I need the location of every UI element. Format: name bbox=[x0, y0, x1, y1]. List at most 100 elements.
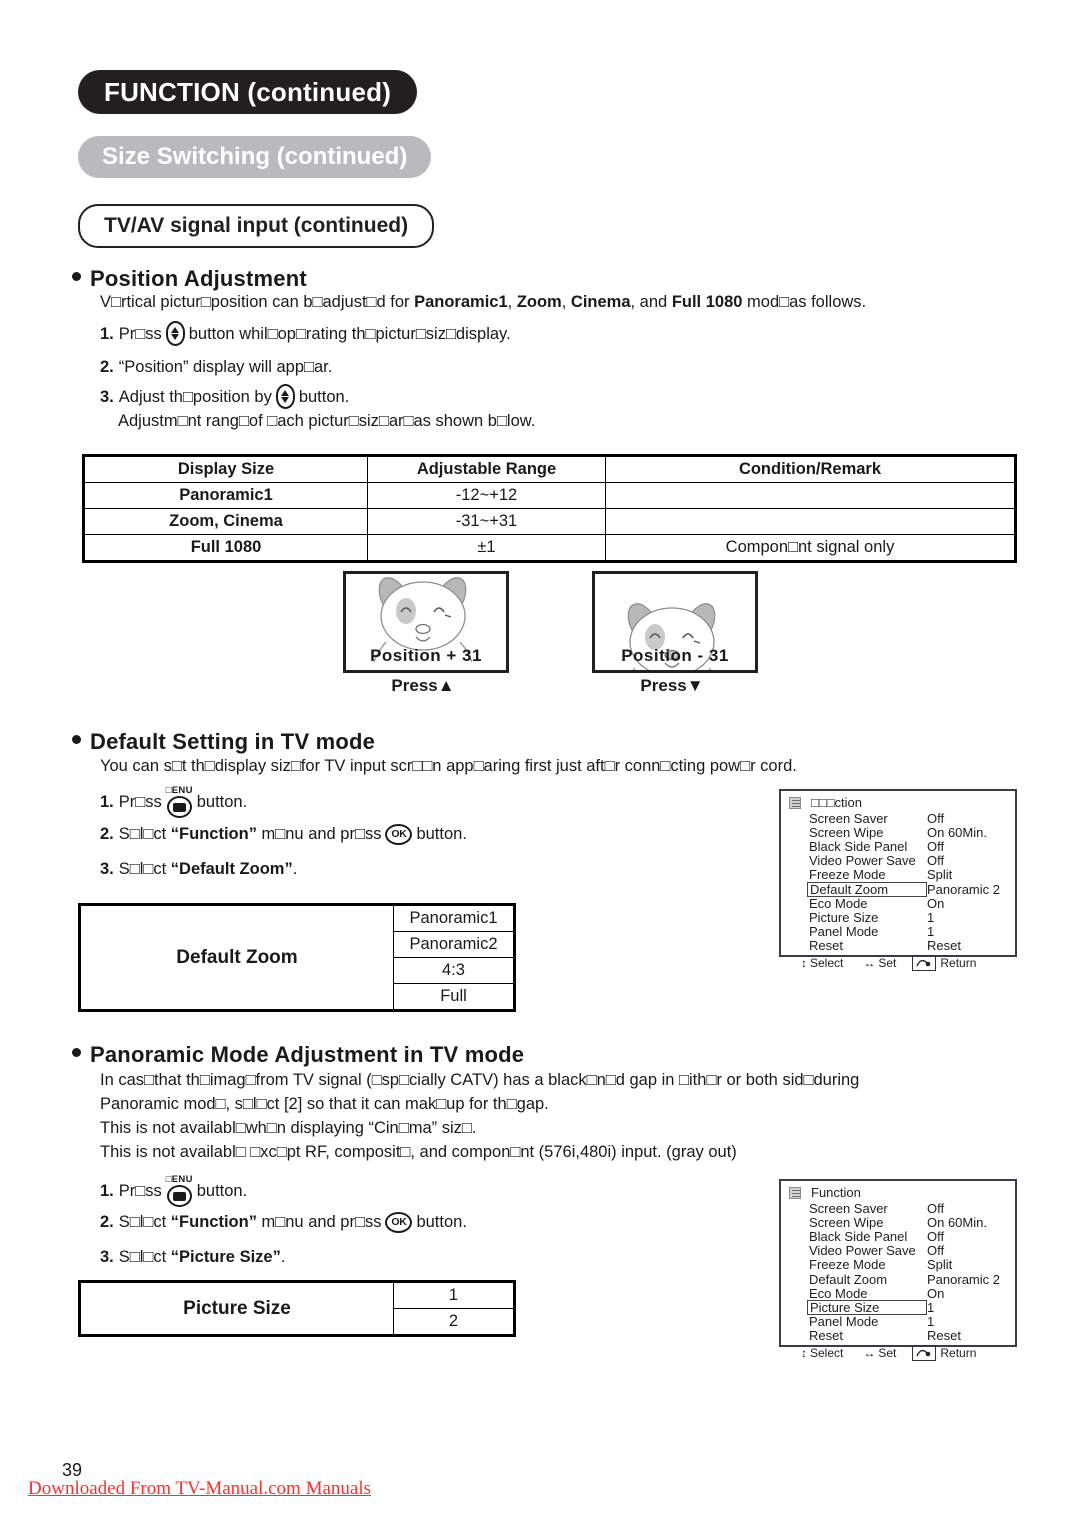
osd-item-screen-wipe[interactable]: Screen Wipe On 60Min. bbox=[787, 1214, 1009, 1230]
menu-button-label: □ENU bbox=[165, 1174, 193, 1185]
osd-item-value: On bbox=[927, 1285, 945, 1301]
option-cell: 1 bbox=[393, 1281, 515, 1309]
intro-sep-3: , and bbox=[630, 293, 672, 311]
intro-bold-zoom: Zoom bbox=[516, 293, 562, 311]
ok-button-icon: OK bbox=[385, 1211, 413, 1233]
osd-item-picture-size-selected[interactable]: Picture Size 1 bbox=[787, 1299, 1009, 1315]
osd-item-screen-wipe[interactable]: Screen Wipe On 60Min. bbox=[787, 824, 1009, 840]
osd-footer-set: ↔ Set bbox=[863, 956, 896, 970]
step-2-panoramic: 2. S□l□ct “Function” m□nu and pr□ss OK b… bbox=[100, 1211, 467, 1233]
leftright-arrow-icon: ↔ bbox=[863, 1345, 876, 1360]
step-text-after: . bbox=[280, 1248, 286, 1266]
updown-arrow-icon: ↕ bbox=[801, 1345, 807, 1360]
panoramic-line-3: This is not availabl□wh□n displaying “Ci… bbox=[100, 1119, 477, 1137]
table-row: Full 1080 ±1 Compon□nt signal only bbox=[83, 534, 1016, 562]
osd-item-black-side-panel[interactable]: Black Side Panel Off bbox=[787, 838, 1009, 854]
osd-item-reset[interactable]: Reset Reset bbox=[787, 1328, 1009, 1344]
osd-item-key: Panel Mode bbox=[809, 1314, 879, 1330]
osd-title-row: □□□ction bbox=[787, 795, 1009, 810]
osd-footer-set: ↔ Set bbox=[863, 1346, 896, 1360]
cell-display-size: Full 1080 bbox=[83, 534, 368, 562]
step-3-position: 3. Adjust th□position by button. bbox=[100, 384, 349, 409]
osd-item-freeze-mode[interactable]: Freeze Mode Split bbox=[787, 867, 1009, 882]
page-title: FUNCTION (continued) bbox=[78, 70, 418, 114]
osd-item-panel-mode[interactable]: Panel Mode 1 bbox=[787, 924, 1009, 940]
osd-title-row: Function bbox=[787, 1185, 1009, 1200]
step-2-position: 2. “Position” display will app□ar. bbox=[100, 356, 332, 378]
osd-item-value: Panoramic 2 bbox=[927, 881, 1000, 897]
osd-item-black-side-panel[interactable]: Black Side Panel Off bbox=[787, 1228, 1009, 1244]
osd-item-value: Off bbox=[927, 810, 945, 826]
osd-item-value: Reset bbox=[927, 1328, 961, 1344]
osd-item-picture-size[interactable]: Picture Size 1 bbox=[787, 910, 1009, 925]
menu-glyph-icon bbox=[172, 1191, 186, 1201]
osd-item-value: On bbox=[927, 895, 945, 911]
cell-range: -31~+31 bbox=[367, 508, 606, 535]
step-3-panoramic: 3. S□l□ct “Picture Size”. bbox=[100, 1246, 285, 1268]
step-number: 1. bbox=[100, 793, 114, 811]
position-adjustment-intro: V□rtical pictur□position can b□adjust□d … bbox=[100, 290, 1030, 314]
cell-display-size: Zoom, Cinema bbox=[83, 508, 368, 535]
osd-item-eco-mode[interactable]: Eco Mode On bbox=[787, 1285, 1009, 1301]
step-text-before: S□l□ct bbox=[118, 860, 167, 878]
document-page: FUNCTION (continued) Size Switching (con… bbox=[0, 0, 1080, 1528]
osd-footer-set-label: Set bbox=[878, 1345, 897, 1360]
triangle-down-icon bbox=[171, 334, 180, 340]
osd-item-key: Screen Wipe bbox=[809, 824, 884, 840]
step-text-before: Pr□ss bbox=[118, 793, 162, 811]
preview-caption: Position + 31 bbox=[370, 646, 482, 665]
section-heading-label: Position Adjustment bbox=[90, 266, 307, 291]
step-text-mid: m□nu and pr□ss bbox=[261, 1213, 382, 1231]
osd-item-default-zoom-selected[interactable]: Default Zoom Panoramic 2 bbox=[787, 881, 1009, 897]
step-1-position: 1. Pr□ss button whil□op□rating th□pictur… bbox=[100, 321, 511, 346]
section-heading-label: Default Setting in TV mode bbox=[90, 729, 376, 754]
osd-item-value: Split bbox=[927, 1257, 953, 1273]
osd-footer-select-label: Select bbox=[810, 955, 844, 970]
col-header-display-size: Display Size bbox=[83, 455, 368, 483]
press-down-label: Press▼ bbox=[640, 676, 704, 695]
osd-item-key: Screen Saver bbox=[809, 1200, 888, 1216]
osd-item-key: Freeze Mode bbox=[809, 1257, 886, 1273]
osd-item-key: Eco Mode bbox=[809, 895, 868, 911]
menu-button-circle bbox=[166, 1185, 192, 1207]
osd-item-video-power-save[interactable]: Video Power Save Off bbox=[787, 853, 1009, 868]
step-text-before: S□l□ct bbox=[118, 1248, 167, 1266]
col-header-condition-remark: Condition/Remark bbox=[605, 455, 1016, 483]
menu-glyph-icon bbox=[172, 802, 186, 812]
osd-item-default-zoom[interactable]: Default Zoom Panoramic 2 bbox=[787, 1272, 1009, 1287]
osd-item-value: On 60Min. bbox=[927, 1214, 987, 1230]
option-cell: Panoramic2 bbox=[393, 931, 515, 958]
download-watermark-link[interactable]: Downloaded From TV-Manual.com Manuals bbox=[28, 1478, 371, 1500]
leftright-arrow-icon: ↔ bbox=[863, 955, 876, 970]
table-header-row: Display Size Adjustable Range Condition/… bbox=[83, 455, 1016, 483]
step-number: 2. bbox=[100, 825, 114, 843]
updown-arrow-icon: ↕ bbox=[801, 955, 807, 970]
section-heading-default-setting: Default Setting in TV mode bbox=[72, 729, 375, 755]
osd-item-key: Reset bbox=[809, 938, 843, 954]
osd-menu-picture-size[interactable]: Function Screen Saver Off Screen Wipe On 6… bbox=[779, 1179, 1017, 1361]
step-text-after: button. bbox=[196, 1182, 248, 1200]
step-text-after: . bbox=[292, 860, 298, 878]
osd-item-value: Off bbox=[927, 838, 945, 854]
osd-item-screen-saver[interactable]: Screen Saver Off bbox=[787, 1200, 1009, 1216]
return-glyph-icon bbox=[916, 960, 931, 967]
osd-menu-default-zoom[interactable]: □□□ction Screen Saver Off Screen Wipe On 6… bbox=[779, 789, 1017, 971]
osd-item-key: Reset bbox=[809, 1328, 843, 1344]
menu-button-icon: □ENU bbox=[166, 786, 193, 818]
osd-item-value: Off bbox=[927, 1200, 945, 1216]
step-number: 2. bbox=[100, 358, 114, 376]
intro-sep-2: , bbox=[561, 293, 571, 311]
osd-item-eco-mode[interactable]: Eco Mode On bbox=[787, 895, 1009, 911]
step-bold-picture-size: “Picture Size” bbox=[170, 1248, 281, 1266]
table-row: Default Zoom Panoramic1 bbox=[79, 904, 515, 1011]
osd-item-value: 1 bbox=[927, 924, 935, 940]
osd-item-panel-mode[interactable]: Panel Mode 1 bbox=[787, 1314, 1009, 1330]
osd-item-value: Off bbox=[927, 1228, 945, 1244]
osd-item-screen-saver[interactable]: Screen Saver Off bbox=[787, 810, 1009, 826]
osd-item-reset[interactable]: Reset Reset bbox=[787, 938, 1009, 954]
return-glyph-icon bbox=[916, 1350, 931, 1357]
return-key-icon bbox=[912, 954, 937, 971]
step-text-before: S□l□ct bbox=[118, 825, 167, 843]
osd-item-video-power-save[interactable]: Video Power Save Off bbox=[787, 1243, 1009, 1258]
osd-item-freeze-mode[interactable]: Freeze Mode Split bbox=[787, 1257, 1009, 1273]
